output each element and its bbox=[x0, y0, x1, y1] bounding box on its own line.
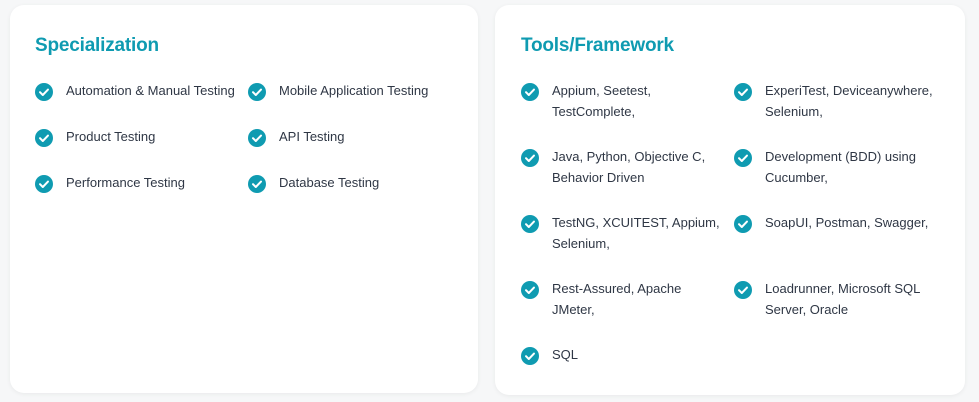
check-circle-icon bbox=[521, 215, 539, 233]
tools-item-label: Rest-Assured, Apache JMeter, bbox=[552, 278, 724, 320]
tools-item-label: Loadrunner, Microsoft SQL Server, Oracle bbox=[765, 278, 920, 320]
check-circle-icon bbox=[734, 149, 752, 167]
tools-item-line: Appium, Seetest, bbox=[552, 83, 651, 98]
page: Specialization Automation & Manual Testi… bbox=[0, 0, 979, 402]
specialization-item-label: Product Testing bbox=[66, 129, 156, 144]
tools-item-line: Cucumber, bbox=[765, 170, 828, 185]
specialization-item: Mobile Application Testing bbox=[248, 80, 448, 101]
check-circle-icon bbox=[734, 281, 752, 299]
tools-item-label: ExperiTest, Deviceanywhere, Selenium, bbox=[765, 80, 933, 122]
tools-item-label: Appium, Seetest, TestComplete, bbox=[552, 80, 651, 122]
tools-item-line: TestComplete, bbox=[552, 104, 636, 119]
check-circle-icon bbox=[734, 83, 752, 101]
check-circle-icon bbox=[35, 175, 53, 193]
check-circle-icon bbox=[734, 215, 752, 233]
tools-item-line: TestNG, XCUITEST, Appium, bbox=[552, 215, 720, 230]
tools-item: TestNG, XCUITEST, Appium, Selenium, bbox=[521, 212, 724, 254]
tools-item-label: SQL bbox=[552, 344, 578, 365]
tools-item-line: Selenium, bbox=[765, 104, 823, 119]
check-circle-icon bbox=[521, 347, 539, 365]
tools-item-label: Java, Python, Objective C, Behavior Drive… bbox=[552, 146, 705, 188]
tools-item-line: SoapUI, Postman, Swagger, bbox=[765, 215, 929, 230]
specialization-item-label: API Testing bbox=[279, 129, 345, 144]
tools-framework-list: Appium, Seetest, TestComplete, ExperiTest… bbox=[521, 80, 965, 386]
tools-item-line: ExperiTest, Deviceanywhere, bbox=[765, 83, 933, 98]
specialization-item: Database Testing bbox=[248, 172, 448, 193]
specialization-list: Automation & Manual Testing Mobile Appli… bbox=[35, 80, 478, 193]
specialization-item-label: Mobile Application Testing bbox=[279, 83, 429, 98]
specialization-item-label: Database Testing bbox=[279, 175, 380, 190]
tools-framework-card: Tools/Framework Appium, Seetest, TestComp… bbox=[495, 5, 965, 395]
check-circle-icon bbox=[521, 281, 539, 299]
specialization-item: Product Testing bbox=[35, 126, 238, 147]
tools-item: Appium, Seetest, TestComplete, bbox=[521, 80, 724, 122]
tools-item: Development (BDD) using Cucumber, bbox=[734, 146, 937, 188]
specialization-title: Specialization bbox=[35, 35, 159, 56]
tools-item-line: Behavior Driven bbox=[552, 170, 645, 185]
check-circle-icon bbox=[521, 83, 539, 101]
check-circle-icon bbox=[248, 175, 266, 193]
tools-item-line: Server, Oracle bbox=[765, 302, 849, 317]
tools-item-label: SoapUI, Postman, Swagger, bbox=[765, 212, 928, 233]
specialization-item: Automation & Manual Testing bbox=[35, 80, 238, 101]
tools-item: Loadrunner, Microsoft SQL Server, Oracle bbox=[734, 278, 937, 320]
check-circle-icon bbox=[248, 83, 266, 101]
specialization-item: API Testing bbox=[248, 126, 448, 147]
specialization-item-label: Performance Testing bbox=[66, 175, 185, 190]
tools-item: Rest-Assured, Apache JMeter, bbox=[521, 278, 724, 320]
tools-item: Java, Python, Objective C, Behavior Drive… bbox=[521, 146, 724, 188]
tools-item-label: TestNG, XCUITEST, Appium, Selenium, bbox=[552, 212, 720, 254]
tools-item-label: Development (BDD) using Cucumber, bbox=[765, 146, 916, 188]
check-circle-icon bbox=[35, 83, 53, 101]
tools-item-line: Loadrunner, Microsoft SQL bbox=[765, 281, 921, 296]
tools-item-line: Java, Python, Objective C, bbox=[552, 149, 706, 164]
tools-item-line: Selenium, bbox=[552, 236, 610, 251]
specialization-card: Specialization Automation & Manual Testi… bbox=[10, 5, 478, 393]
specialization-item: Performance Testing bbox=[35, 172, 238, 193]
tools-item: SoapUI, Postman, Swagger, bbox=[734, 212, 937, 254]
tools-framework-title: Tools/Framework bbox=[521, 35, 674, 56]
tools-item-line: Rest-Assured, Apache JMeter, bbox=[552, 281, 682, 317]
check-circle-icon bbox=[248, 129, 266, 147]
check-circle-icon bbox=[521, 149, 539, 167]
tools-item: SQL bbox=[521, 344, 724, 386]
check-circle-icon bbox=[35, 129, 53, 147]
tools-item-line: SQL bbox=[552, 347, 579, 362]
tools-item: ExperiTest, Deviceanywhere, Selenium, bbox=[734, 80, 937, 122]
specialization-item-label: Automation & Manual Testing bbox=[66, 83, 235, 98]
tools-item-line: Development (BDD) using bbox=[765, 149, 917, 164]
